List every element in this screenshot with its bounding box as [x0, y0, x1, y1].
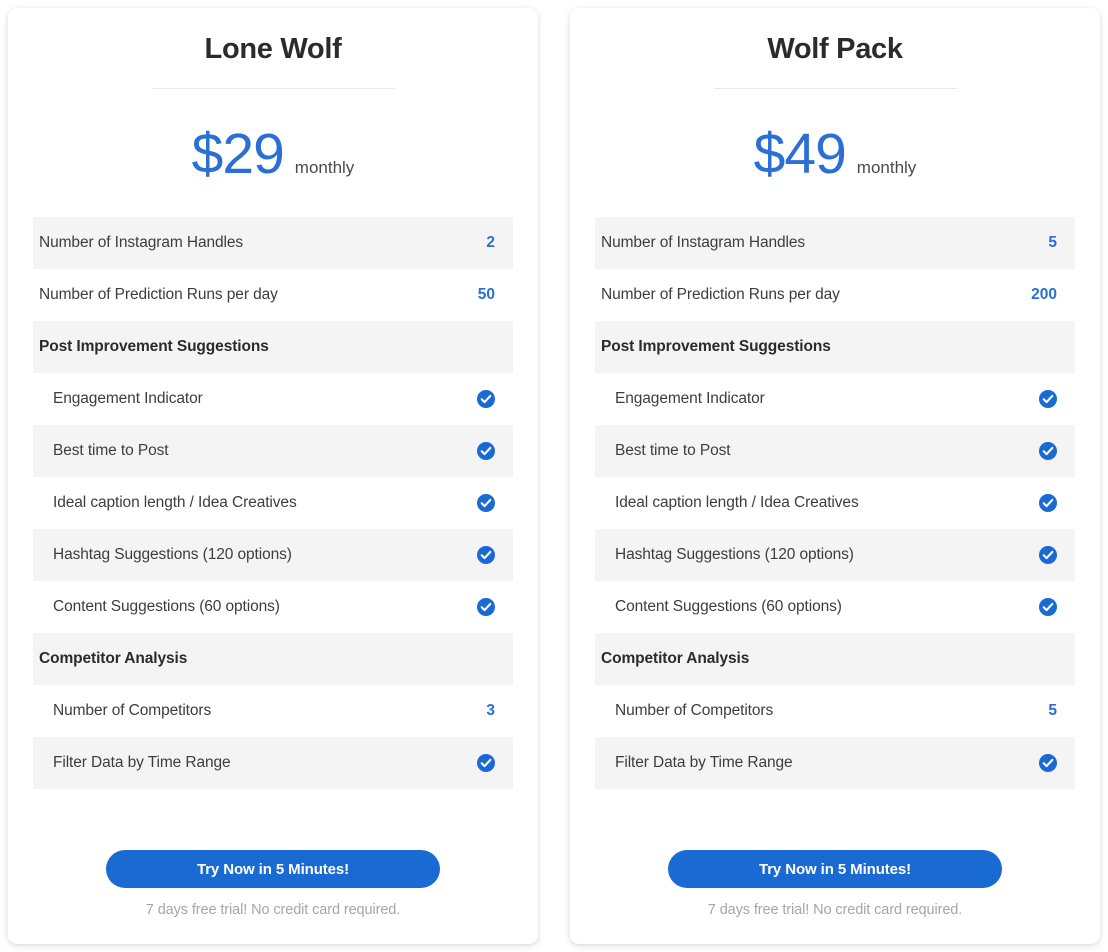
feature-label: Competitor Analysis	[39, 650, 188, 667]
feature-value: 3	[486, 702, 495, 719]
check-circle-icon	[477, 546, 495, 564]
price-row: $49 monthly	[595, 89, 1075, 217]
feature-label: Ideal caption length / Idea Creatives	[615, 494, 859, 511]
feature-row: Filter Data by Time Range	[33, 737, 513, 789]
feature-value: 200	[1031, 286, 1057, 303]
feature-list: Number of Instagram Handles 5 Number of Pr…	[595, 217, 1075, 789]
check-circle-icon	[477, 494, 495, 512]
check-circle-icon	[1039, 390, 1057, 408]
feature-row: Hashtag Suggestions (120 options)	[595, 529, 1075, 581]
feature-row: Number of Competitors 5	[595, 685, 1075, 737]
feature-label: Best time to Post	[615, 442, 731, 459]
feature-label: Hashtag Suggestions (120 options)	[53, 546, 292, 563]
feature-group-header: Post Improvement Suggestions	[33, 321, 513, 373]
feature-row: Hashtag Suggestions (120 options)	[33, 529, 513, 581]
feature-label: Hashtag Suggestions (120 options)	[615, 546, 854, 563]
try-now-button[interactable]: Try Now in 5 Minutes!	[668, 850, 1002, 888]
feature-row: Ideal caption length / Idea Creatives	[33, 477, 513, 529]
plan-card-lone-wolf: Lone Wolf $29 monthly Number of Instagram H…	[8, 8, 538, 944]
feature-row: Number of Instagram Handles 2	[33, 217, 513, 269]
feature-label: Post Improvement Suggestions	[39, 338, 269, 355]
price-amount: $29	[191, 122, 285, 186]
cta-area: Try Now in 5 Minutes! 7 days free trial! …	[33, 850, 513, 944]
check-circle-icon	[1039, 598, 1057, 616]
plan-card-wolf-pack: Wolf Pack $49 monthly Number of Instagram H…	[570, 8, 1100, 944]
price-amount: $49	[753, 122, 847, 186]
plan-title: Wolf Pack	[767, 33, 903, 65]
feature-value: 5	[1048, 234, 1057, 251]
feature-label: Best time to Post	[53, 442, 169, 459]
check-circle-icon	[477, 390, 495, 408]
feature-label: Engagement Indicator	[53, 390, 203, 407]
feature-row: Content Suggestions (60 options)	[595, 581, 1075, 633]
feature-label: Content Suggestions (60 options)	[615, 598, 842, 615]
price-row: $29 monthly	[33, 89, 513, 217]
check-circle-icon	[477, 598, 495, 616]
price-period: monthly	[294, 158, 355, 177]
feature-label: Ideal caption length / Idea Creatives	[53, 494, 297, 511]
free-trial-note: 7 days free trial! No credit card requir…	[145, 902, 401, 918]
check-circle-icon	[477, 442, 495, 460]
price-period: monthly	[856, 158, 917, 177]
feature-label: Competitor Analysis	[601, 650, 750, 667]
feature-value: 5	[1048, 702, 1057, 719]
feature-label: Engagement Indicator	[615, 390, 765, 407]
feature-label: Content Suggestions (60 options)	[53, 598, 280, 615]
check-circle-icon	[1039, 754, 1057, 772]
feature-label: Filter Data by Time Range	[53, 754, 231, 771]
feature-group-header: Competitor Analysis	[595, 633, 1075, 685]
feature-label: Number of Competitors	[53, 702, 212, 719]
feature-label: Number of Prediction Runs per day	[39, 286, 278, 303]
feature-row: Number of Prediction Runs per day 200	[595, 269, 1075, 321]
feature-value: 50	[477, 286, 495, 303]
feature-row: Engagement Indicator	[33, 373, 513, 425]
plan-title: Lone Wolf	[204, 33, 342, 65]
feature-label: Number of Instagram Handles	[39, 234, 244, 251]
feature-label: Post Improvement Suggestions	[601, 338, 831, 355]
feature-group-header: Competitor Analysis	[33, 633, 513, 685]
feature-group-header: Post Improvement Suggestions	[595, 321, 1075, 373]
feature-row: Best time to Post	[595, 425, 1075, 477]
check-circle-icon	[1039, 494, 1057, 512]
feature-value: 2	[486, 234, 495, 251]
feature-label: Number of Instagram Handles	[601, 234, 806, 251]
feature-label: Number of Prediction Runs per day	[601, 286, 840, 303]
cta-area: Try Now in 5 Minutes! 7 days free trial! …	[595, 850, 1075, 944]
free-trial-note: 7 days free trial! No credit card requir…	[707, 902, 963, 918]
feature-row: Content Suggestions (60 options)	[33, 581, 513, 633]
pricing-comparison-board: Lone Wolf $29 monthly Number of Instagram H…	[0, 0, 1108, 952]
feature-row: Engagement Indicator	[595, 373, 1075, 425]
feature-row: Number of Instagram Handles 5	[595, 217, 1075, 269]
feature-row: Ideal caption length / Idea Creatives	[595, 477, 1075, 529]
feature-row: Number of Competitors 3	[33, 685, 513, 737]
feature-label: Filter Data by Time Range	[615, 754, 793, 771]
check-circle-icon	[1039, 546, 1057, 564]
feature-label: Number of Competitors	[615, 702, 774, 719]
try-now-button[interactable]: Try Now in 5 Minutes!	[106, 850, 440, 888]
feature-list: Number of Instagram Handles 2 Number of Pr…	[33, 217, 513, 789]
check-circle-icon	[477, 754, 495, 772]
feature-row: Filter Data by Time Range	[595, 737, 1075, 789]
feature-row: Best time to Post	[33, 425, 513, 477]
check-circle-icon	[1039, 442, 1057, 460]
feature-row: Number of Prediction Runs per day 50	[33, 269, 513, 321]
